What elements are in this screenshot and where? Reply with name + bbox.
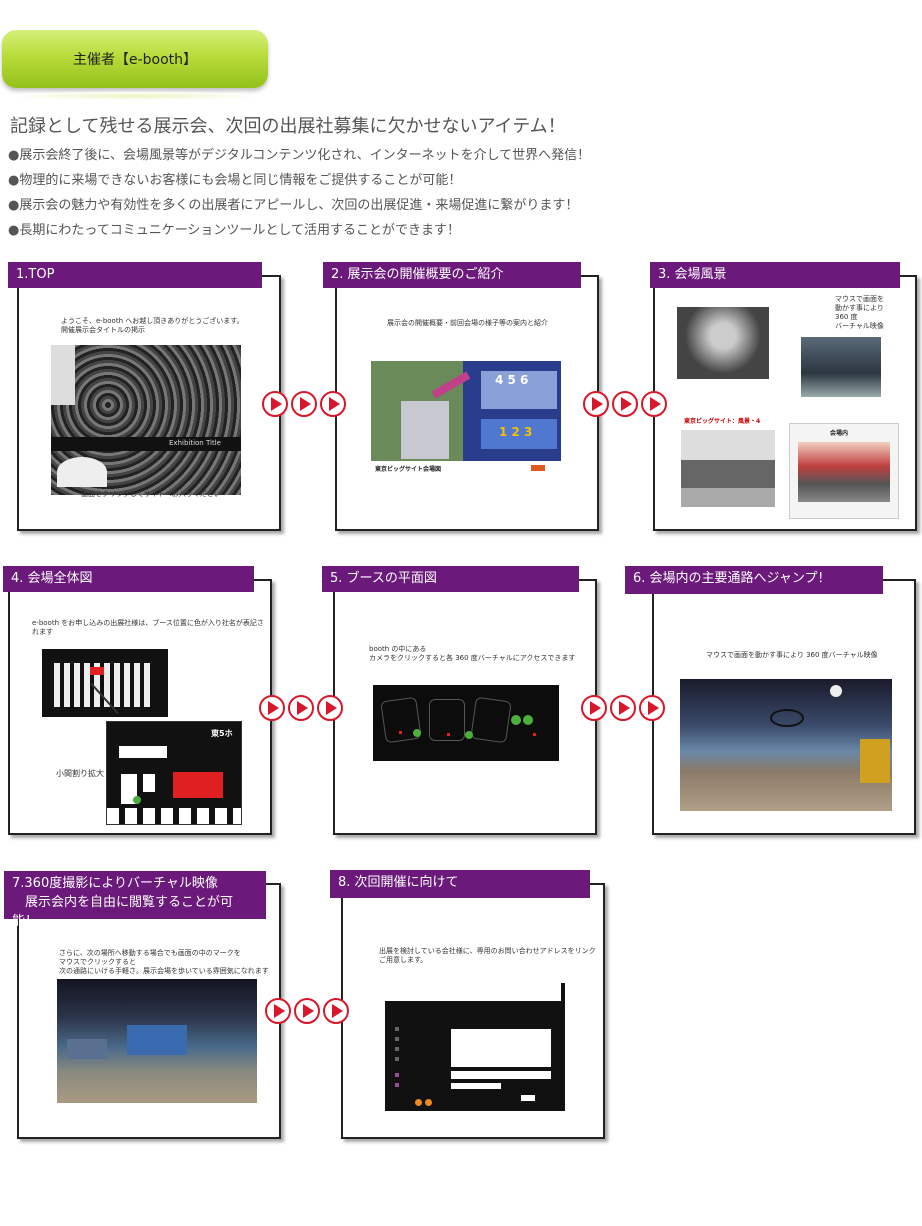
step-5-booth-plan <box>373 685 559 761</box>
step-8-panel: 出展を検討している会社様に、専用のお問い合わせアドレスをリンク ご用意します。 <box>341 883 605 1139</box>
play-arrow-icon <box>317 695 343 721</box>
step-6-caption: マウスで画面を動かす事により 360 度バーチャル映像 <box>706 651 878 659</box>
feature-item: ●展示会終了後に、会場風景等がデジタルコンテンツ化され、インターネットを介して世… <box>8 148 591 163</box>
step-1-caption: ようこそ、e-booth へお越し頂きありがとうございます。 <box>61 317 244 325</box>
play-arrow-icon <box>294 998 320 1024</box>
arrow-group-7-8 <box>265 998 349 1024</box>
organizer-badge: 主催者【e-booth】 <box>2 30 268 88</box>
step-8-tab: 8. 次回開催に向けて <box>330 870 590 898</box>
arrow-group-5-6 <box>581 695 665 721</box>
step-1-panel: ようこそ、e-booth へお越し頂きありがとうございます。 開催展示会タイトル… <box>17 275 281 531</box>
step-3-photo-entrance: 東京ビッグサイト：風景・4 <box>681 413 775 507</box>
play-arrow-icon <box>581 695 607 721</box>
step-2-halls-bottom: 1 2 3 <box>499 425 533 439</box>
play-arrow-icon <box>259 695 285 721</box>
step-3-panel: マウスで画面を 動かす事により 360 度 バーチャル映像 東京ビッグサイト：風… <box>653 275 917 531</box>
step-1-enter-text: 画面をクリックしてサイトへお入りください <box>81 490 221 498</box>
step-3-tab: 3. 会場風景 <box>650 262 900 288</box>
step-5-tab: 5. ブースの平面図 <box>322 566 579 592</box>
step-2-caption: 展示会の開催概要・前回会場の様子等の案内と紹介 <box>387 319 548 327</box>
step-6-tab: 6. 会場内の主要通路へジャンプ！ <box>625 566 883 594</box>
feature-item: ●展示会の魅力や有効性を多くの出展者にアピールし、次回の出展促進・来場促進に繋が… <box>8 198 579 213</box>
step-5-panel: booth の中にある カメラをクリックすると各 360 度バーチャルにアクセス… <box>333 579 597 835</box>
step-4-tab: 4. 会場全体図 <box>3 566 254 592</box>
step-7-tab: 7.360度撮影によりバーチャル映像 展示会内を自由に閲覧することが可能！ <box>4 871 266 929</box>
step-1-tab: 1.TOP <box>8 262 262 288</box>
play-arrow-icon <box>323 998 349 1024</box>
arrow-group-4-5 <box>259 695 343 721</box>
page-headline: 記録として残せる展示会、次回の出展社募集に欠かせないアイテム！ <box>10 116 566 137</box>
step-8-contact-form <box>385 983 565 1111</box>
feature-list: ●展示会終了後に、会場風景等がデジタルコンテンツ化され、インターネットを介して世… <box>8 143 590 243</box>
play-arrow-icon <box>288 695 314 721</box>
step-5-caption: booth の中にある カメラをクリックすると各 360 度バーチャルにアクセス… <box>369 645 576 662</box>
organizer-label: 主催者【e-booth】 <box>72 52 198 68</box>
play-arrow-icon <box>583 391 609 417</box>
step-4-zoomed-booths: 東5ホ <box>106 721 242 825</box>
play-arrow-icon <box>262 391 288 417</box>
step-3-label-left: 東京ビッグサイト：風景・4 <box>684 418 761 425</box>
step-6-panorama <box>680 679 892 811</box>
step-3-photo-inside: 会場内 <box>789 423 899 519</box>
play-arrow-icon <box>265 998 291 1024</box>
step-2-halls-top: 4 5 6 <box>495 373 529 387</box>
play-arrow-icon <box>612 391 638 417</box>
step-3-photo-booth <box>801 337 881 397</box>
step-6-panel: マウスで画面を動かす事により 360 度バーチャル映像 <box>652 579 916 835</box>
step-2-panel: 展示会の開催概要・前回会場の様子等の案内と紹介 4 5 6 1 2 3 東京ビッ… <box>335 275 599 531</box>
step-2-venue-map: 4 5 6 1 2 3 東京ビッグサイト会場図 <box>371 361 561 479</box>
feature-item: ●物理的に来場できないお客様にも会場と同じ情報をご提供することが可能！ <box>8 173 462 188</box>
step-2-tab: 2. 展示会の開催概要のご紹介 <box>323 262 581 288</box>
step-4-zoom-label: 小間割り拡大 <box>56 769 104 778</box>
step-2-map-name: 東京ビッグサイト会場図 <box>375 466 442 473</box>
step-2-map-button[interactable] <box>531 465 545 471</box>
step-8-submit-button[interactable] <box>521 1095 535 1101</box>
play-arrow-icon <box>291 391 317 417</box>
badge-reflection <box>6 92 264 100</box>
step-1-title-overlay: Exhibition Title <box>169 439 221 447</box>
step-4-panel: e-booth をお申し込みの出展社様は、ブース位置に色が入り社名が表記されます… <box>8 579 272 835</box>
play-arrow-icon <box>639 695 665 721</box>
play-arrow-icon <box>610 695 636 721</box>
step-1-crowd-image: Exhibition Title <box>51 345 241 495</box>
step-8-caption: 出展を検討している会社様に、専用のお問い合わせアドレスをリンク ご用意します。 <box>379 947 596 964</box>
arrow-group-1-2 <box>262 391 346 417</box>
step-3-note: マウスで画面を 動かす事により 360 度 バーチャル映像 <box>835 295 884 330</box>
step-4-caption: e-booth をお申し込みの出展社様は、ブース位置に色が入り社名が表記されます <box>32 619 264 636</box>
step-7-panorama <box>57 979 257 1103</box>
play-arrow-icon <box>641 391 667 417</box>
step-4-hall-map <box>42 649 168 717</box>
step-3-photo-hall <box>677 307 769 379</box>
step-1-subcaption: 開催展示会タイトルの掲示 <box>61 326 145 334</box>
step-7-caption: さらに、次の場所へ移動する場合でも画面の中のマークを マウスでクリックすると 次… <box>59 949 269 975</box>
arrow-group-2-3 <box>583 391 667 417</box>
feature-item: ●長期にわたってコミュニケーションツールとして活用することができます！ <box>8 223 461 238</box>
step-4-hall-label: 東5ホ <box>211 729 233 738</box>
play-arrow-icon <box>320 391 346 417</box>
step-7-title: 7.360度撮影によりバーチャル映像 展示会内を自由に閲覧することが可能！ <box>12 876 234 929</box>
step-3-label-right: 会場内 <box>830 430 849 437</box>
